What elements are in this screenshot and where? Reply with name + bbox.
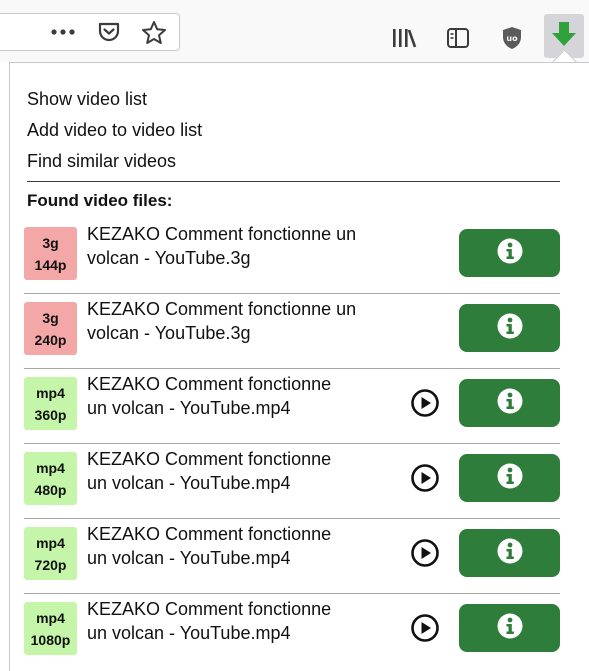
info-icon — [496, 537, 524, 570]
info-icon — [496, 612, 524, 645]
download-icon — [551, 20, 577, 53]
video-title-line2: volcan - YouTube.3g — [87, 248, 251, 268]
format-label: mp4 — [36, 384, 65, 401]
pocket-icon[interactable] — [95, 20, 123, 44]
video-title-line2: un volcan - YouTube.mp4 — [87, 623, 291, 643]
info-button[interactable] — [459, 454, 560, 502]
format-badge: 3g 240p — [24, 302, 77, 355]
add-video-to-list-item[interactable]: Add video to video list — [27, 119, 202, 141]
menu-divider — [27, 181, 560, 182]
row-divider — [24, 518, 560, 519]
video-title: KEZAKO Comment fonctionne un volcan - Yo… — [87, 522, 331, 570]
video-title-line2: volcan - YouTube.3g — [87, 323, 251, 343]
info-icon — [496, 312, 524, 345]
info-button[interactable] — [459, 304, 560, 352]
quality-label: 1080p — [30, 631, 71, 648]
video-title-line1: KEZAKO Comment fonctionne — [87, 449, 332, 469]
video-title-line2: un volcan - YouTube.mp4 — [87, 473, 291, 493]
video-title: KEZAKO Comment fonctionne un volcan - Yo… — [87, 597, 331, 645]
video-row: 3g 144p KEZAKO Comment fonctionne un vol… — [0, 218, 589, 293]
play-icon — [410, 613, 440, 648]
format-label: 3g — [42, 234, 59, 251]
more-icon[interactable] — [48, 22, 78, 42]
quality-label: 480p — [34, 481, 67, 498]
found-video-files-heading: Found video files: — [27, 191, 173, 210]
format-badge: 3g 144p — [24, 227, 77, 280]
video-title: KEZAKO Comment fonctionne un volcan - Yo… — [87, 372, 331, 420]
video-title-line1: KEZAKO Comment fonctionne un — [87, 224, 357, 244]
play-button[interactable] — [410, 613, 440, 648]
quality-label: 240p — [34, 331, 67, 348]
play-icon — [410, 538, 440, 573]
format-label: mp4 — [36, 534, 65, 551]
video-row: mp4 480p KEZAKO Comment fonctionne un vo… — [0, 443, 589, 518]
quality-label: 144p — [34, 256, 67, 273]
quality-label: 720p — [34, 556, 67, 573]
format-label: mp4 — [36, 459, 65, 476]
info-button[interactable] — [459, 229, 560, 277]
info-icon — [496, 387, 524, 420]
format-badge: mp4 360p — [24, 377, 77, 430]
video-title-line1: KEZAKO Comment fonctionne — [87, 599, 332, 619]
quality-label: 360p — [34, 406, 67, 423]
info-button[interactable] — [459, 529, 560, 577]
video-row: mp4 720p KEZAKO Comment fonctionne un vo… — [0, 518, 589, 593]
info-icon — [496, 237, 524, 270]
video-row: 3g 240p KEZAKO Comment fonctionne un vol… — [0, 293, 589, 368]
format-label: 3g — [42, 309, 59, 326]
video-title-line2: un volcan - YouTube.mp4 — [87, 548, 291, 568]
format-badge: mp4 1080p — [24, 602, 77, 655]
row-divider — [24, 443, 560, 444]
video-title: KEZAKO Comment fonctionne un volcan - Yo… — [87, 222, 356, 270]
format-label: mp4 — [36, 609, 65, 626]
video-title-line1: KEZAKO Comment fonctionne — [87, 374, 332, 394]
video-title: KEZAKO Comment fonctionne un volcan - Yo… — [87, 297, 356, 345]
svg-text:uo: uo — [506, 34, 518, 43]
format-badge: mp4 720p — [24, 527, 77, 580]
find-similar-videos-item[interactable]: Find similar videos — [27, 150, 176, 172]
play-button[interactable] — [410, 388, 440, 423]
sidebar-icon[interactable] — [443, 24, 473, 52]
play-icon — [410, 388, 440, 423]
video-row: mp4 360p KEZAKO Comment fonctionne un vo… — [0, 368, 589, 443]
video-row: mp4 1080p KEZAKO Comment fonctionne un v… — [0, 593, 589, 668]
play-button[interactable] — [410, 463, 440, 498]
video-title: KEZAKO Comment fonctionne un volcan - Yo… — [87, 447, 331, 495]
row-divider — [24, 293, 560, 294]
ublock-icon[interactable]: uo — [497, 24, 527, 52]
video-title-line1: KEZAKO Comment fonctionne — [87, 524, 332, 544]
info-button[interactable] — [459, 604, 560, 652]
show-video-list-item[interactable]: Show video list — [27, 88, 147, 110]
row-divider — [24, 593, 560, 594]
star-icon[interactable] — [140, 19, 168, 45]
play-icon — [410, 463, 440, 498]
info-icon — [496, 462, 524, 495]
row-divider — [24, 368, 560, 369]
library-icon[interactable] — [389, 24, 419, 52]
browser-toolbar: uo — [0, 0, 589, 62]
url-bar-end[interactable] — [0, 13, 180, 51]
video-title-line2: un volcan - YouTube.mp4 — [87, 398, 291, 418]
format-badge: mp4 480p — [24, 452, 77, 505]
info-button[interactable] — [459, 379, 560, 427]
video-title-line1: KEZAKO Comment fonctionne un — [87, 299, 357, 319]
play-button[interactable] — [410, 538, 440, 573]
